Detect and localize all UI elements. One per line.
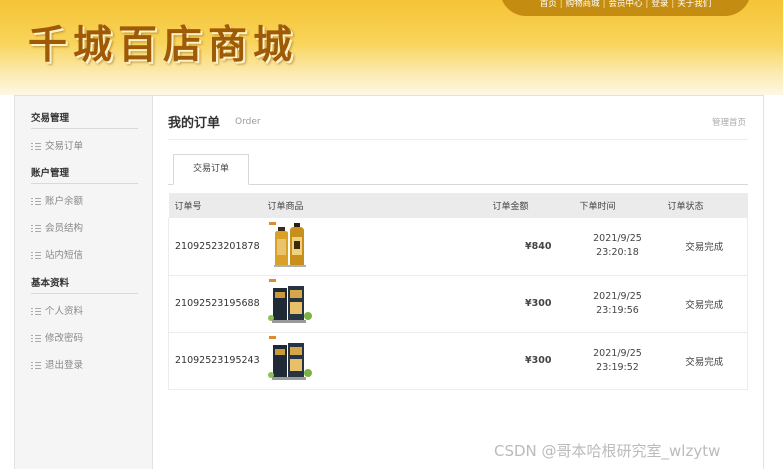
- order-amount: ¥840: [486, 218, 574, 276]
- order-id[interactable]: 21092523201878: [168, 218, 262, 276]
- list-icon: [31, 197, 41, 206]
- orders-table: 订单号 订单商品 订单金额 下单时间 订单状态 21092523201878 ¥…: [168, 193, 748, 390]
- content-container: 交易管理 交易订单 账户管理 账户余额 会员结构 站内短信 基本资料 个人资料 …: [14, 95, 764, 469]
- sidebar-item-balance[interactable]: 账户余额: [31, 188, 138, 215]
- column-header-amount: 订单金额: [486, 193, 574, 218]
- tab-bar: 交易订单: [168, 154, 748, 185]
- sidebar-item-member-structure[interactable]: 会员结构: [31, 215, 138, 242]
- order-date: 2021/9/25: [593, 233, 642, 245]
- watermark: CSDN @哥本哈根研究室_wlzytw: [494, 442, 721, 460]
- order-product: [261, 218, 487, 276]
- shampoo-gift-box-icon[interactable]: [267, 335, 314, 383]
- nav-about[interactable]: 关于我们: [677, 0, 711, 9]
- list-icon: [31, 224, 41, 233]
- main-content: 我的订单 Order 管理首页 交易订单 订单号 订单商品 订单金额 下单时间 …: [168, 96, 765, 469]
- order-time: 2021/9/25 23:19:52: [573, 332, 662, 390]
- list-icon: [31, 251, 41, 260]
- list-icon: [31, 334, 41, 343]
- table-row: 21092523195243 ¥300 2021/9/25 23:19:52 交…: [168, 332, 748, 390]
- sidebar-item-label: 站内短信: [45, 250, 84, 261]
- order-time: 2021/9/25 23:20:18: [573, 218, 662, 276]
- sidebar-item-label: 修改密码: [45, 333, 84, 344]
- sidebar-group-title: 交易管理: [31, 108, 138, 129]
- nav-shop[interactable]: 购物商城: [566, 0, 600, 9]
- sidebar: 交易管理 交易订单 账户管理 账户余额 会员结构 站内短信 基本资料 个人资料 …: [15, 96, 153, 469]
- order-date: 2021/9/25: [593, 347, 642, 359]
- column-header-product: 订单商品: [261, 193, 487, 218]
- sidebar-item-logout[interactable]: 退出登录: [31, 352, 138, 379]
- shampoo-bottles-icon[interactable]: [267, 220, 314, 269]
- table-row: 21092523195688 ¥300 2021/9/25 23:19:56 交…: [168, 275, 748, 333]
- order-clock: 23:19:52: [596, 361, 639, 373]
- nav-separator: |: [602, 0, 606, 9]
- column-header-status: 订单状态: [661, 193, 748, 218]
- table-row: 21092523201878 ¥840 2021/9/25 23:20:18 交…: [168, 218, 748, 276]
- nav-member-center[interactable]: 会员中心: [608, 0, 642, 9]
- tab-trade-orders[interactable]: 交易订单: [173, 154, 249, 185]
- sidebar-item-trade-orders[interactable]: 交易订单: [31, 133, 138, 160]
- order-status: 交易完成: [661, 332, 748, 390]
- sidebar-item-label: 账户余额: [45, 196, 84, 207]
- page-subtitle: Order: [235, 117, 261, 127]
- order-product: [261, 332, 487, 390]
- manage-home-link[interactable]: 管理首页: [712, 116, 746, 128]
- order-id[interactable]: 21092523195688: [168, 275, 262, 333]
- nav-home[interactable]: 首页: [540, 0, 557, 9]
- order-amount: ¥300: [486, 332, 574, 390]
- sidebar-item-messages[interactable]: 站内短信: [31, 242, 138, 269]
- nav-separator: |: [671, 0, 675, 9]
- sidebar-item-label: 个人资料: [45, 306, 84, 317]
- site-header: 千城百店商城 首页 | 购物商城 | 会员中心 | 登录 | 关于我们: [0, 0, 783, 95]
- site-logo[interactable]: 千城百店商城: [28, 14, 298, 70]
- order-date: 2021/9/25: [593, 290, 642, 302]
- nav-separator: |: [559, 0, 563, 9]
- list-icon: [31, 142, 41, 151]
- sidebar-item-label: 会员结构: [45, 223, 84, 234]
- page-header: 我的订单 Order 管理首页: [168, 112, 748, 140]
- order-id[interactable]: 21092523195243: [168, 332, 262, 390]
- table-header-row: 订单号 订单商品 订单金额 下单时间 订单状态: [168, 193, 748, 218]
- column-header-order-id: 订单号: [168, 193, 262, 218]
- list-icon: [31, 307, 41, 316]
- page-title: 我的订单: [168, 116, 221, 131]
- order-status: 交易完成: [661, 275, 748, 333]
- order-time: 2021/9/25 23:19:56: [573, 275, 662, 333]
- sidebar-item-label: 退出登录: [45, 360, 84, 371]
- nav-separator: |: [645, 0, 649, 9]
- column-header-time: 下单时间: [573, 193, 662, 218]
- nav-login[interactable]: 登录: [651, 0, 668, 9]
- sidebar-item-change-password[interactable]: 修改密码: [31, 325, 138, 352]
- order-clock: 23:20:18: [596, 247, 639, 259]
- sidebar-item-profile[interactable]: 个人资料: [31, 298, 138, 325]
- sidebar-item-label: 交易订单: [45, 141, 84, 152]
- order-clock: 23:19:56: [596, 304, 639, 316]
- sidebar-group-title: 基本资料: [31, 273, 138, 294]
- order-product: [261, 275, 487, 333]
- order-amount: ¥300: [486, 275, 574, 333]
- order-status: 交易完成: [661, 218, 748, 276]
- sidebar-group-title: 账户管理: [31, 163, 138, 184]
- list-icon: [31, 361, 41, 370]
- shampoo-gift-box-icon[interactable]: [267, 278, 314, 326]
- top-navigation: 首页 | 购物商城 | 会员中心 | 登录 | 关于我们: [500, 0, 751, 16]
